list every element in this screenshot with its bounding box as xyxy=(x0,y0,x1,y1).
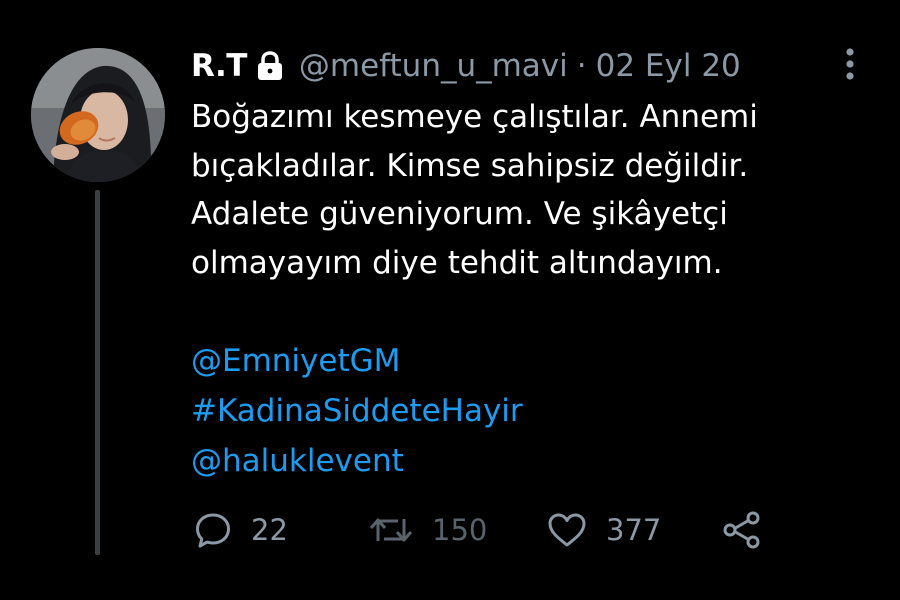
like-count: 377 xyxy=(606,513,662,547)
tweet-text-line: olmayayım diye tehdit altındayım. xyxy=(191,244,723,281)
avatar[interactable] xyxy=(31,48,165,182)
tweet-text: Boğazımı kesmeye çalıştılar. Annemi bıça… xyxy=(191,93,841,287)
reply-button[interactable]: 22 xyxy=(193,506,288,554)
mention-link-emniyetgm[interactable]: @EmniyetGM xyxy=(191,336,523,386)
more-vertical-icon[interactable] xyxy=(838,44,862,84)
tweet: R.T @meftun_u_mavi · 02 Eyl 20 Boğazımı … xyxy=(0,0,900,600)
display-name[interactable]: R.T xyxy=(191,48,247,84)
tweet-text-line: Boğazımı kesmeye çalıştılar. Annemi xyxy=(191,99,758,135)
lock-icon xyxy=(255,50,285,82)
header-separator: · xyxy=(576,48,587,84)
tweet-text-line: Adalete güveniyorum. Ve şikâyetçi xyxy=(191,196,728,232)
mention-link-haluklevent[interactable]: @haluklevent xyxy=(191,436,523,486)
reply-bubble-icon xyxy=(196,513,230,548)
reply-count: 22 xyxy=(251,513,288,547)
tweet-header: R.T @meftun_u_mavi · 02 Eyl 20 xyxy=(191,44,741,88)
retweet-icon xyxy=(369,518,413,542)
retweet-count: 150 xyxy=(432,513,488,547)
tweet-text-line: bıçakladılar. Kimse sahipsiz değildir. xyxy=(191,147,749,184)
tweet-mentions: @EmniyetGM #KadinaSiddeteHayir @haluklev… xyxy=(191,336,523,486)
avatar-photo xyxy=(31,48,165,182)
retweet-button[interactable]: 150 xyxy=(368,506,487,554)
share-icon xyxy=(723,511,760,549)
heart-icon xyxy=(548,513,586,547)
user-handle[interactable]: @meftun_u_mavi xyxy=(299,48,568,84)
like-button[interactable]: 377 xyxy=(546,506,661,554)
thread-line xyxy=(95,190,100,555)
hashtag-link-kadinasiddetehayir[interactable]: #KadinaSiddeteHayir xyxy=(191,386,523,436)
tweet-date[interactable]: 02 Eyl 20 xyxy=(596,48,741,84)
share-button[interactable] xyxy=(721,506,763,554)
tweet-actions: 22 150 377 xyxy=(193,506,793,554)
